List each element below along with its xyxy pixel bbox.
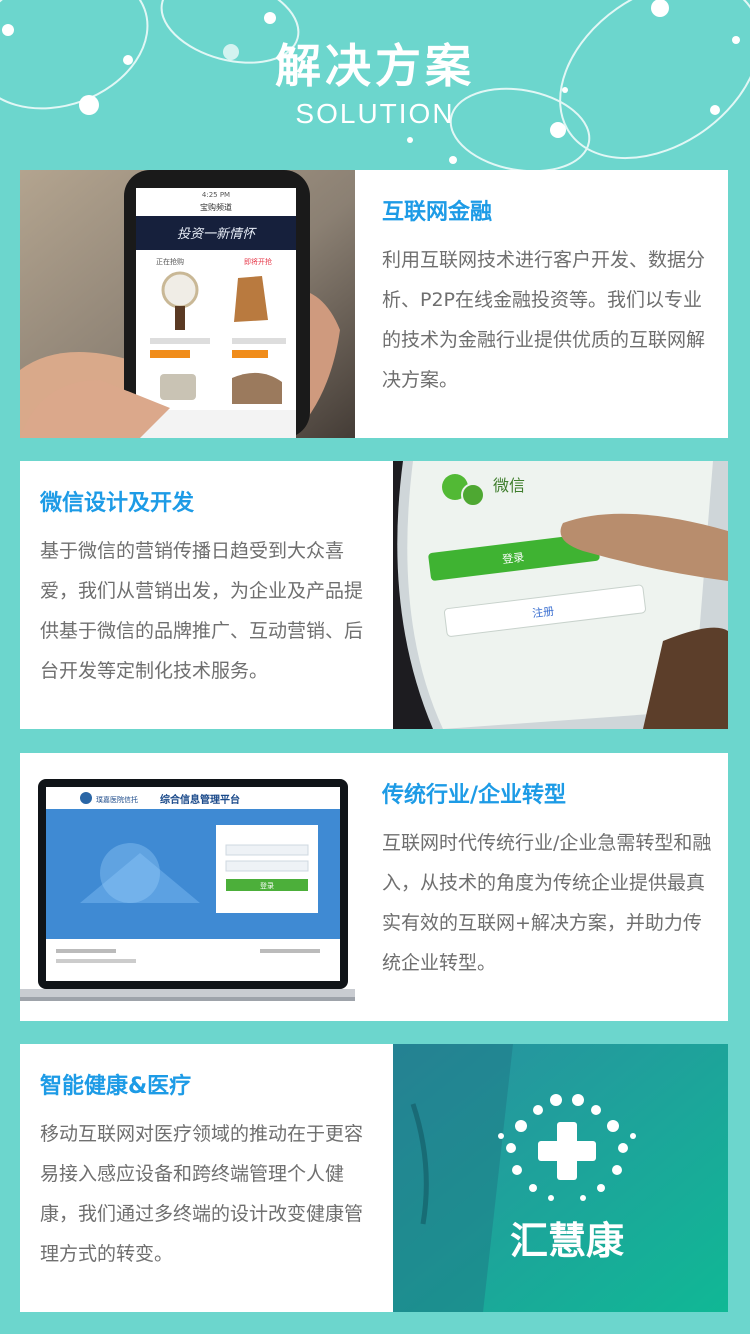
phone-tab-1: 正在抢购 [156, 257, 184, 266]
section-header: 解决方案 SOLUTION [0, 36, 750, 130]
page-title: 解决方案 [275, 39, 475, 93]
fintech-phone-image: 4:25 PM 宝购频道 投资一新情怀 正在抢购 即将开抢 [20, 170, 355, 438]
solution-card-wechat: 微信设计及开发 基于微信的营销传播日趋受到大众喜爱，我们从营销出发，为企业及产品… [20, 461, 728, 729]
wechat-app-name: 微信 [493, 476, 525, 495]
fintech-title: 互联网金融 [382, 200, 493, 225]
laptop-image: 璞嘉医院信托 综合信息管理平台 登录 [20, 753, 355, 1021]
phone-status-time: 4:25 PM [202, 191, 230, 199]
wechat-login-label: 登录 [501, 550, 525, 567]
health-illustration: 汇慧康 [393, 1044, 728, 1312]
health-title: 智能健康&医疗 [40, 1074, 192, 1099]
fintech-illustration: 4:25 PM 宝购频道 投资一新情怀 正在抢购 即将开抢 [20, 170, 355, 438]
page-subtitle: SOLUTION [295, 98, 455, 129]
transformation-title: 传统行业/企业转型 [382, 783, 567, 808]
health-description: 移动互联网对医疗领域的推动在于更容易接入感应设备和跨终端管理个人健康，我们通过多… [40, 1123, 364, 1265]
transformation-text: 传统行业/企业转型 互联网时代传统行业/企业急需转型和融入，从技术的角度为传统企… [382, 777, 716, 983]
solution-card-fintech: 4:25 PM 宝购频道 投资一新情怀 正在抢购 即将开抢 互联网金融 利用互联… [20, 170, 728, 438]
phone-screen-header: 宝购频道 [200, 202, 232, 212]
health-logo-text: 汇慧康 [510, 1219, 624, 1263]
laptop-login-button: 登录 [260, 881, 274, 890]
health-logo-image: 汇慧康 [393, 1044, 728, 1312]
wechat-title: 微信设计及开发 [40, 491, 195, 516]
wechat-illustration: 微信 登录 注册 [393, 461, 728, 729]
phone-banner-text: 投资一新情怀 [177, 227, 257, 242]
wechat-phone-image: 微信 登录 注册 [393, 461, 728, 729]
solution-card-health: 智能健康&医疗 移动互联网对医疗领域的推动在于更容易接入感应设备和跨终端管理个人… [20, 1044, 728, 1312]
fintech-description: 利用互联网技术进行客户开发、数据分析、P2P在线金融投资等。我们以专业的技术为金… [382, 249, 706, 391]
transformation-illustration: 璞嘉医院信托 综合信息管理平台 登录 [20, 753, 355, 1021]
health-text: 智能健康&医疗 移动互联网对医疗领域的推动在于更容易接入感应设备和跨终端管理个人… [40, 1068, 374, 1274]
solution-card-transformation: 璞嘉医院信托 综合信息管理平台 登录 传统行业/企业转型 互联网时代传统行业/企… [20, 753, 728, 1021]
laptop-brand: 璞嘉医院信托 [96, 795, 138, 804]
wechat-register-label: 注册 [531, 604, 555, 621]
phone-tab-2: 即将开抢 [244, 257, 272, 266]
wechat-description: 基于微信的营销传播日趋受到大众喜爱，我们从营销出发，为企业及产品提供基于微信的品… [40, 540, 364, 682]
laptop-platform-title: 综合信息管理平台 [160, 793, 240, 806]
wechat-text: 微信设计及开发 基于微信的营销传播日趋受到大众喜爱，我们从营销出发，为企业及产品… [40, 485, 374, 691]
transformation-description: 互联网时代传统行业/企业急需转型和融入，从技术的角度为传统企业提供最真实有效的互… [382, 832, 712, 974]
fintech-text: 互联网金融 利用互联网技术进行客户开发、数据分析、P2P在线金融投资等。我们以专… [382, 194, 716, 400]
